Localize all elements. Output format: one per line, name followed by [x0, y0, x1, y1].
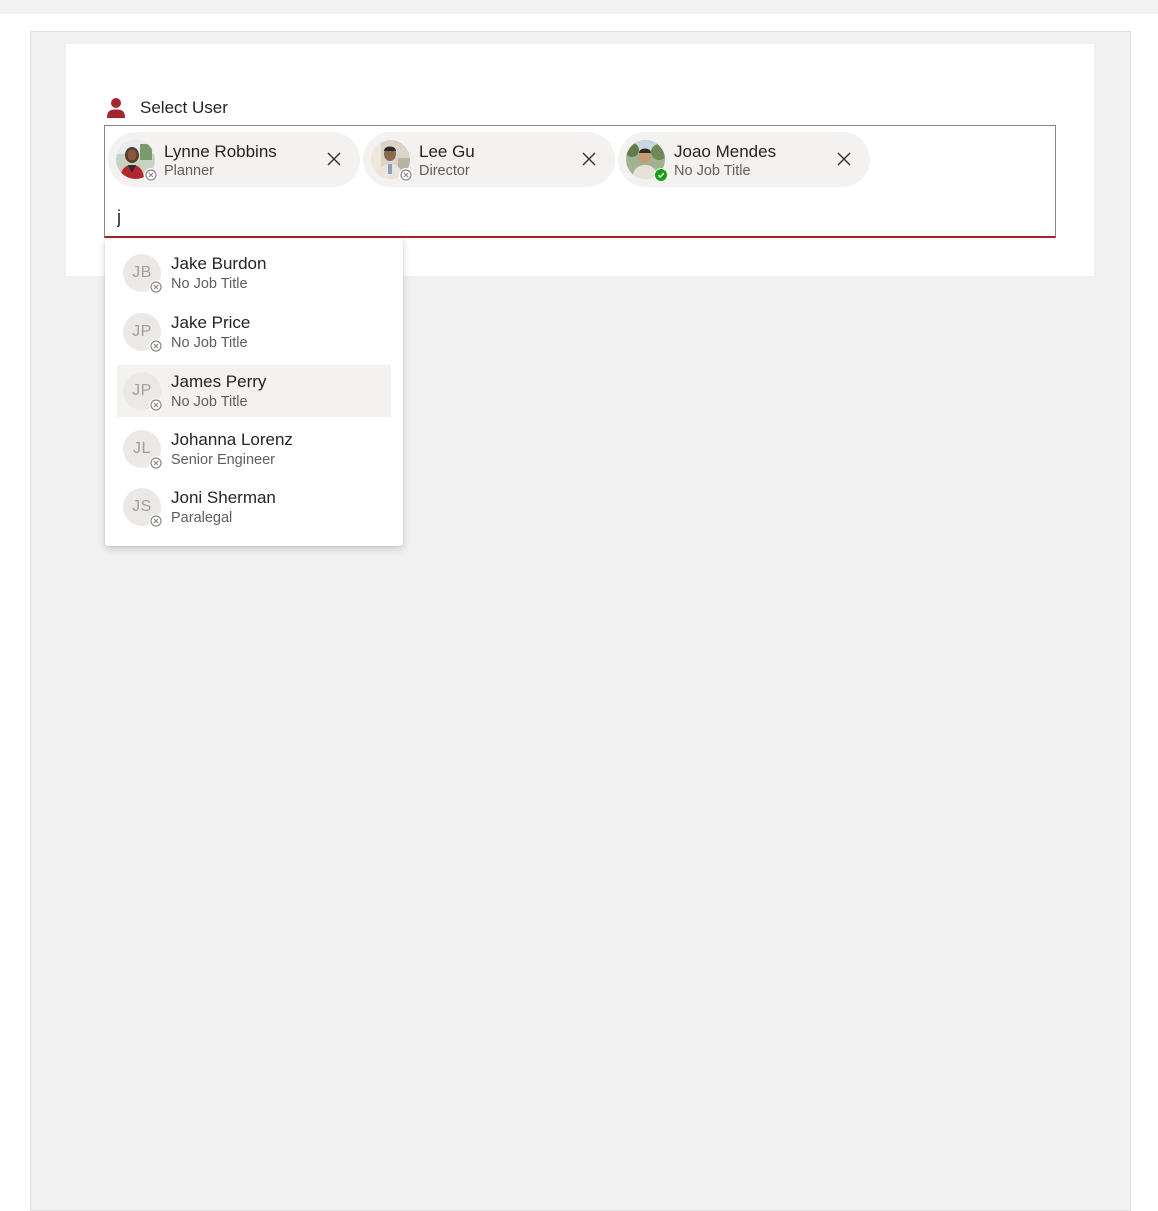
- initials-avatar: JP: [123, 372, 163, 412]
- chip-title: Director: [419, 163, 470, 179]
- field-label: Select User: [140, 98, 228, 117]
- offline-status-icon: [149, 339, 163, 353]
- suggestion-name: Jake Burdon: [171, 254, 267, 273]
- top-strip: [0, 0, 1158, 14]
- avatar-initials: JL: [133, 440, 151, 457]
- initials-avatar: JS: [123, 488, 163, 528]
- close-icon: [582, 152, 596, 166]
- avatar: [371, 140, 413, 182]
- close-icon: [837, 152, 851, 166]
- suggestion-name: James Perry: [171, 372, 267, 391]
- remove-user-button[interactable]: [832, 147, 856, 171]
- offline-status-icon: [149, 514, 163, 528]
- suggestion-name: Joni Sherman: [171, 488, 276, 507]
- suggestion-name: Jake Price: [171, 313, 251, 332]
- initials-avatar: JB: [123, 254, 163, 294]
- person-icon: [107, 98, 125, 118]
- suggestion-item[interactable]: JB Jake Burdon No Job Title: [117, 247, 391, 299]
- people-picker[interactable]: Lynne Robbins Planner Lee Gu Director Jo…: [104, 125, 1056, 238]
- remove-user-button[interactable]: [322, 147, 346, 171]
- avatar-initials: JP: [132, 382, 152, 399]
- offline-status-icon: [149, 398, 163, 412]
- suggestion-name: Johanna Lorenz: [171, 430, 293, 449]
- offline-status-icon: [149, 456, 163, 470]
- suggestion-item[interactable]: JP Jake Price No Job Title: [117, 306, 391, 358]
- field-label-row: Select User: [106, 96, 228, 120]
- suggestion-item[interactable]: JL Johanna Lorenz Senior Engineer: [117, 423, 391, 475]
- suggestion-title: Paralegal: [171, 510, 233, 526]
- suggestion-title: No Job Title: [171, 335, 248, 351]
- offline-status-icon: [399, 168, 413, 182]
- search-input[interactable]: [117, 204, 1017, 230]
- selected-user-chip[interactable]: Lee Gu Director: [363, 132, 615, 187]
- selected-user-chip[interactable]: Joao Mendes No Job Title: [618, 132, 870, 187]
- avatar-initials: JP: [132, 323, 152, 340]
- initials-avatar: JP: [123, 313, 163, 353]
- chip-title: No Job Title: [674, 163, 751, 179]
- avatar: [626, 140, 668, 182]
- close-icon: [327, 152, 341, 166]
- offline-status-icon: [144, 168, 158, 182]
- suggestions-dropdown: JB Jake Burdon No Job Title JP Jake Pric…: [105, 238, 403, 546]
- suggestion-item-selected[interactable]: JP James Perry No Job Title: [117, 365, 391, 417]
- avatar-initials: JS: [132, 498, 152, 515]
- chip-title: Planner: [164, 163, 214, 179]
- available-status-icon: [654, 168, 668, 182]
- avatar: [116, 140, 158, 182]
- chip-name: Lee Gu: [419, 142, 475, 161]
- chip-name: Lynne Robbins: [164, 142, 277, 161]
- avatar-initials: JB: [132, 264, 152, 281]
- chip-name: Joao Mendes: [674, 142, 777, 161]
- offline-status-icon: [149, 280, 163, 294]
- suggestion-title: No Job Title: [171, 276, 248, 292]
- suggestion-title: No Job Title: [171, 394, 248, 410]
- initials-avatar: JL: [123, 430, 163, 470]
- remove-user-button[interactable]: [577, 147, 601, 171]
- suggestion-item[interactable]: JS Joni Sherman Paralegal: [117, 481, 391, 533]
- selected-user-chip[interactable]: Lynne Robbins Planner: [108, 132, 360, 187]
- suggestion-title: Senior Engineer: [171, 452, 275, 468]
